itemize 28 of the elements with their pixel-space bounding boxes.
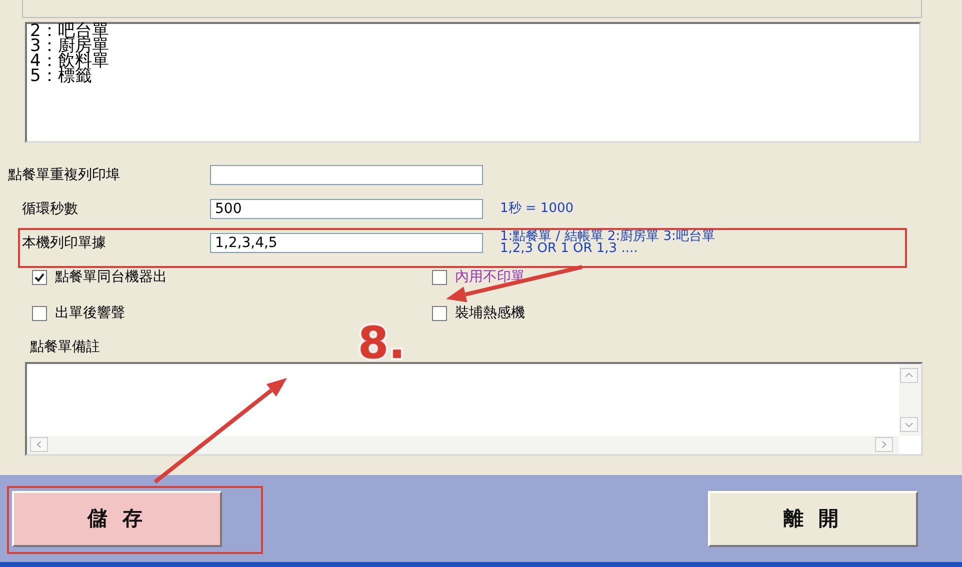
print-types-list[interactable]: 2：吧台單 3：廚房單 4：飲料單 5：標籤: [25, 22, 921, 143]
list-item: 5：標籤: [30, 69, 92, 84]
checkbox-label: 裝埔熱感機: [455, 304, 525, 322]
save-button[interactable]: 儲 存: [12, 490, 222, 546]
list-item: 3：廚房單: [30, 39, 109, 54]
hint-text: 1:點餐單 / 結帳單 2:廚房單 3:吧台單 1,2,3 OR 1 OR 1,3 ....: [500, 231, 715, 255]
exit-button[interactable]: 離 開: [708, 490, 918, 546]
checkbox[interactable]: [32, 270, 47, 284]
input-field[interactable]: 500: [210, 199, 483, 219]
checkbox[interactable]: [432, 306, 447, 320]
input-field[interactable]: 1,2,3,4,5: [210, 233, 483, 253]
list-item: 2：吧台單: [30, 24, 109, 39]
input-field[interactable]: [210, 165, 483, 185]
step-number: 8.: [358, 318, 406, 369]
hint-text: 1秒 = 1000: [500, 203, 574, 215]
scroll-down-icon[interactable]: [900, 417, 918, 432]
list-item: 4：飲料單: [30, 54, 109, 69]
checkbox-label: 出單後響聲: [55, 304, 125, 322]
checkbox[interactable]: [432, 270, 447, 284]
checkbox[interactable]: [32, 306, 47, 320]
field-label: 點餐單重複列印埠: [7, 166, 121, 184]
remark-label: 點餐單備註: [30, 338, 100, 356]
check-icon: [34, 272, 45, 282]
remark-field[interactable]: [25, 362, 923, 456]
scroll-up-icon[interactable]: [900, 368, 918, 383]
checkbox-label: 點餐單同台機器出: [55, 268, 167, 286]
field-label: 循環秒數: [21, 200, 79, 218]
field-label: 本機列印單據: [21, 234, 107, 252]
